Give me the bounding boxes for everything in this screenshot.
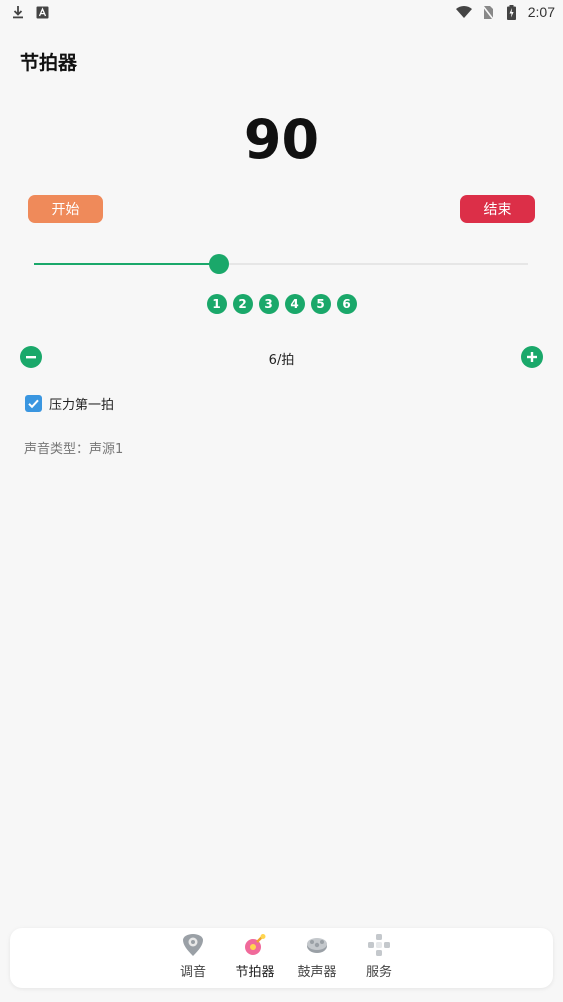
page-title: 节拍器 xyxy=(20,52,78,74)
bottom-nav: 调音 节拍器 鼓声器 服务 xyxy=(10,928,553,988)
no-sim-icon xyxy=(480,4,496,20)
increase-beats-button[interactable] xyxy=(521,346,543,368)
slider-thumb[interactable] xyxy=(208,254,229,274)
status-right: 2:07 xyxy=(455,4,555,20)
nav-service[interactable]: 服务 xyxy=(351,932,407,980)
beat-indicators: 123456 xyxy=(0,294,563,314)
status-time: 2:07 xyxy=(527,4,555,20)
wifi-icon xyxy=(455,4,472,20)
service-grid-icon xyxy=(366,932,392,958)
download-icon xyxy=(10,4,26,20)
accent-first-checkbox[interactable] xyxy=(25,395,42,412)
nav-label-drum: 鼓声器 xyxy=(297,965,337,980)
beat-indicator: 1 xyxy=(206,294,227,314)
start-button[interactable]: 开始 xyxy=(28,195,103,223)
nav-metronome[interactable]: 节拍器 xyxy=(227,932,283,980)
drum-icon xyxy=(304,932,330,958)
metronome-icon xyxy=(242,932,268,958)
beat-indicator: 4 xyxy=(284,294,305,314)
stop-button[interactable]: 结束 xyxy=(460,195,535,223)
sound-type-label[interactable]: 声音类型：声源1 xyxy=(24,438,123,457)
beat-indicator: 6 xyxy=(336,294,357,314)
beat-indicator: 3 xyxy=(258,294,279,314)
beat-indicator: 2 xyxy=(232,294,253,314)
nav-tuner[interactable]: 调音 xyxy=(165,932,221,980)
bpm-display: 90 xyxy=(243,108,320,171)
nav-drum[interactable]: 鼓声器 xyxy=(289,932,345,980)
tempo-slider[interactable] xyxy=(34,253,528,275)
battery-charging-icon xyxy=(504,4,520,20)
accent-first-row: 压力第一拍 xyxy=(25,394,114,413)
beat-indicator: 5 xyxy=(310,294,331,314)
nav-label-tuner: 调音 xyxy=(179,965,206,980)
status-left xyxy=(10,4,50,20)
nav-label-service: 服务 xyxy=(365,965,392,980)
plus-icon xyxy=(527,352,537,362)
a-icon xyxy=(34,4,50,20)
accent-first-label: 压力第一拍 xyxy=(49,398,115,413)
slider-fill xyxy=(34,263,219,265)
checkmark-icon xyxy=(28,399,39,409)
status-bar: 2:07 xyxy=(0,0,563,24)
meter-label: 6/拍 xyxy=(268,353,295,368)
nav-label-metronome: 节拍器 xyxy=(235,965,275,980)
guitar-pick-icon xyxy=(180,932,206,958)
